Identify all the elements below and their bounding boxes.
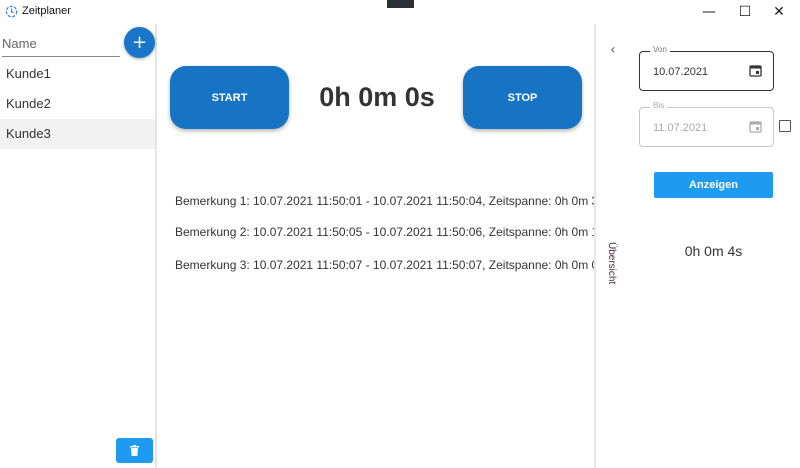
overview-panel: ‹ Übersicht Von 10.07.2021 Bis 11.07.202…: [594, 24, 800, 468]
close-button[interactable]: ✕: [756, 0, 800, 24]
calendar-icon[interactable]: [749, 64, 762, 77]
date-from-value: 10.07.2021: [653, 66, 709, 78]
calendar-icon[interactable]: [749, 120, 762, 133]
customer-sidebar: + Kunde1 Kunde2 Kunde3: [0, 24, 157, 468]
timer-display: 0h 0m 0s: [319, 82, 435, 112]
remark-line: Bemerkung 1: 10.07.2021 11:50:01 - 10.07…: [175, 194, 605, 208]
plus-icon: +: [131, 32, 148, 53]
date-from-field[interactable]: Von 10.07.2021: [639, 45, 774, 91]
name-input[interactable]: [2, 31, 120, 57]
delete-customer-button[interactable]: [116, 438, 153, 463]
trash-icon: [130, 445, 139, 456]
list-item[interactable]: Kunde3: [0, 119, 155, 149]
chevron-left-icon[interactable]: ‹: [610, 42, 616, 58]
add-customer-button[interactable]: +: [124, 27, 155, 58]
date-to-label: Bis: [650, 101, 668, 110]
start-button[interactable]: START: [170, 66, 289, 129]
clock-icon: [5, 5, 18, 18]
date-to-value: 11.07.2021: [653, 122, 708, 134]
date-to-checkbox[interactable]: [779, 120, 791, 132]
title-bar: Zeitplaner — ☐ ✕: [0, 0, 800, 24]
show-button[interactable]: Anzeigen: [654, 172, 773, 198]
window-handle: [387, 0, 414, 8]
app-window: Zeitplaner — ☐ ✕ + Kunde1 Kunde2 Kunde3 …: [0, 0, 800, 468]
timer-panel: START 0h 0m 0s STOP Bemerkung 1: 10.07.2…: [157, 24, 604, 468]
list-item[interactable]: Kunde2: [0, 89, 155, 119]
customer-list: Kunde1 Kunde2 Kunde3: [0, 59, 155, 149]
date-to-field[interactable]: Bis 11.07.2021: [639, 101, 774, 147]
stop-button[interactable]: STOP: [463, 66, 582, 129]
total-time: 0h 0m 4s: [684, 243, 743, 259]
date-from-label: Von: [650, 45, 670, 54]
remark-line: Bemerkung 3: 10.07.2021 11:50:07 - 10.07…: [175, 258, 605, 272]
remark-line: Bemerkung 2: 10.07.2021 11:50:05 - 10.07…: [175, 225, 605, 239]
tab-overview[interactable]: Übersicht: [606, 242, 617, 284]
list-item[interactable]: Kunde1: [0, 59, 155, 89]
window-title: Zeitplaner: [22, 5, 71, 17]
